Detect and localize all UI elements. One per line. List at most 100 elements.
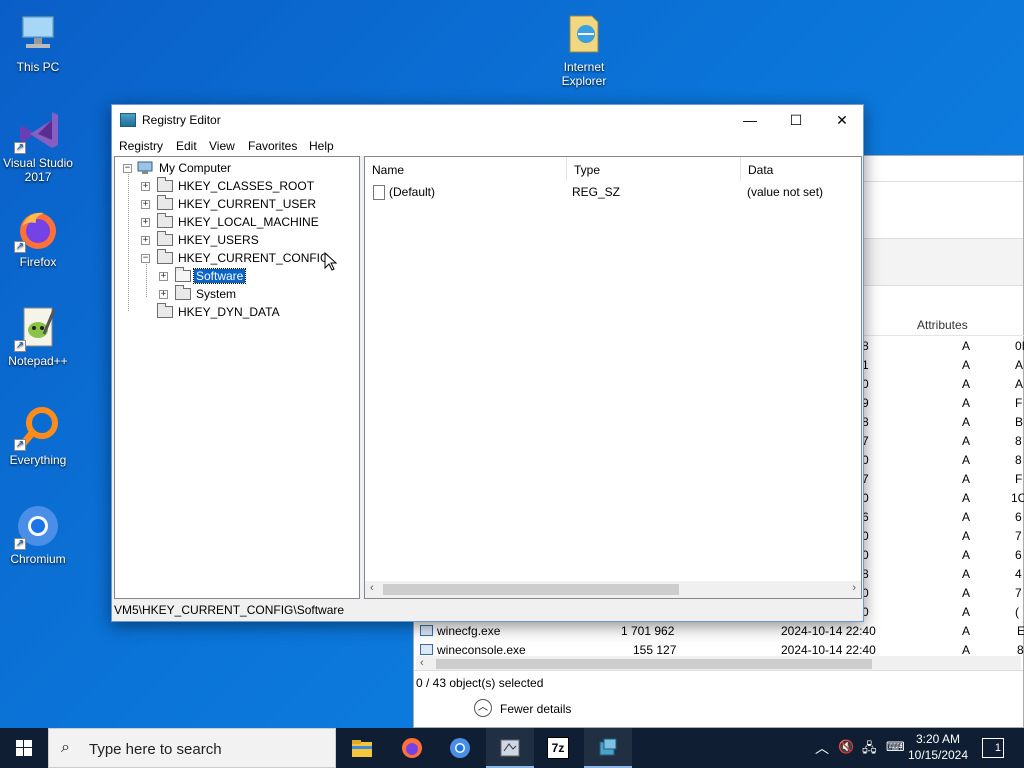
desktop-icon-notepadpp[interactable]: ↗ Notepad++ bbox=[0, 304, 76, 368]
tree-guide-line bbox=[128, 171, 129, 311]
expand-icon[interactable]: + bbox=[141, 218, 150, 227]
open-folder-icon bbox=[175, 267, 191, 282]
tree-guide-line bbox=[146, 261, 147, 297]
registry-tree[interactable]: − My Computer + HKEY_CLASSES_ROOT + HKEY… bbox=[114, 156, 360, 599]
start-button[interactable] bbox=[0, 728, 48, 768]
collapse-icon[interactable]: − bbox=[141, 254, 150, 263]
maximize-icon: ☐ bbox=[789, 112, 803, 128]
taskbar: ⌕ Type here to search 7z ︿ 🔇 🖧 ⌨ 3:20 AM… bbox=[0, 728, 1024, 768]
expand-icon[interactable]: + bbox=[159, 272, 168, 281]
desktop-icon-label: Internet Explorer bbox=[561, 60, 607, 88]
menu-bar: Registry Edit View Favorites Help bbox=[112, 135, 863, 156]
menu-help[interactable]: Help bbox=[309, 139, 334, 153]
column-header-type[interactable]: Type bbox=[567, 157, 741, 181]
expand-icon[interactable]: + bbox=[141, 182, 150, 191]
taskbar-7zip[interactable]: 7z bbox=[534, 728, 582, 768]
column-header-data[interactable]: Data bbox=[741, 157, 861, 181]
close-icon: ✕ bbox=[836, 112, 848, 128]
file-explorer-icon bbox=[352, 740, 372, 757]
expand-icon[interactable]: + bbox=[159, 290, 168, 299]
minimize-button[interactable]: — bbox=[727, 105, 773, 135]
desktop-icon-everything[interactable]: ↗ Everything bbox=[0, 403, 76, 467]
string-value-icon bbox=[373, 185, 385, 200]
chromium-icon: ↗ bbox=[14, 502, 62, 550]
taskbar-firefox[interactable] bbox=[388, 728, 436, 768]
close-button[interactable]: ✕ bbox=[819, 105, 865, 135]
desktop-icon-label: This PC bbox=[16, 60, 60, 74]
explorer-status-bar: 0 / 43 object(s) selected bbox=[414, 670, 1023, 694]
scroll-left-arrow-icon[interactable]: ‹ bbox=[420, 657, 424, 669]
show-hidden-icons-chevron-icon[interactable]: ︿ bbox=[815, 738, 829, 768]
notification-center-icon[interactable]: 1 bbox=[982, 738, 1004, 758]
folder-icon bbox=[157, 213, 173, 228]
computer-icon bbox=[137, 161, 153, 175]
scroll-left-arrow-icon[interactable]: ‹ bbox=[370, 582, 374, 594]
shortcut-arrow-icon: ↗ bbox=[14, 340, 26, 352]
windows-logo-icon bbox=[16, 740, 32, 756]
minimize-icon: — bbox=[743, 112, 757, 128]
desktop-icon-internet-explorer[interactable]: Internet Explorer bbox=[546, 10, 622, 88]
this-pc-icon bbox=[14, 10, 62, 58]
desktop-icon-label: Visual Studio 2017 bbox=[3, 156, 73, 184]
selection-status: 0 / 43 object(s) selected bbox=[416, 676, 544, 690]
values-horizontal-scrollbar[interactable]: ‹ › bbox=[365, 581, 861, 598]
desktop-icon-this-pc[interactable]: This PC bbox=[0, 10, 76, 74]
scroll-right-arrow-icon[interactable]: › bbox=[852, 582, 856, 594]
search-icon: ⌕ bbox=[61, 739, 70, 756]
network-icon[interactable]: 🖧 bbox=[862, 739, 877, 768]
registry-values-list[interactable]: Name Type Data (Default) REG_SZ (value n… bbox=[364, 156, 862, 599]
menu-edit[interactable]: Edit bbox=[176, 139, 197, 153]
regedit-status-bar: VM5\HKEY_CURRENT_CONFIG\Software bbox=[112, 599, 863, 621]
mouse-cursor-icon bbox=[324, 252, 338, 271]
firefox-icon bbox=[402, 738, 422, 758]
exe-file-icon bbox=[420, 644, 433, 655]
menu-registry[interactable]: Registry bbox=[119, 139, 163, 153]
expand-icon[interactable]: + bbox=[141, 236, 150, 245]
regedit-titlebar[interactable]: Registry Editor — ☐ ✕ bbox=[112, 105, 863, 135]
registry-value-row[interactable]: (Default) REG_SZ (value not set) bbox=[369, 183, 849, 201]
folder-icon bbox=[157, 249, 173, 264]
registry-editor-window[interactable]: Registry Editor — ☐ ✕ Registry Edit View… bbox=[111, 104, 864, 622]
scrollbar-thumb[interactable] bbox=[436, 659, 872, 669]
scrollbar-thumb[interactable] bbox=[383, 584, 679, 595]
chevron-up-icon: ︿ bbox=[474, 699, 492, 717]
search-placeholder: Type here to search bbox=[89, 741, 222, 758]
desktop-icon-firefox[interactable]: ↗ Firefox bbox=[0, 205, 76, 269]
7zip-icon: 7z bbox=[547, 737, 569, 759]
taskbar-chromium[interactable] bbox=[436, 728, 484, 768]
keyboard-icon[interactable]: ⌨ bbox=[886, 739, 905, 768]
volume-muted-icon[interactable]: 🔇 bbox=[838, 739, 854, 768]
desktop-icon-label: Everything bbox=[9, 453, 67, 467]
desktop-icon-visual-studio[interactable]: ↗ Visual Studio 2017 bbox=[0, 106, 76, 184]
attributes-column-header[interactable]: Attributes bbox=[917, 318, 968, 332]
notification-count: 1 bbox=[994, 742, 1001, 754]
collapse-icon[interactable]: − bbox=[123, 164, 132, 173]
firefox-icon: ↗ bbox=[14, 205, 62, 253]
taskbar-search-box[interactable]: ⌕ Type here to search bbox=[48, 728, 336, 768]
folder-icon bbox=[157, 177, 173, 192]
folder-icon bbox=[157, 303, 173, 318]
menu-view[interactable]: View bbox=[209, 139, 235, 153]
clock-time: 3:20 AM bbox=[915, 732, 961, 746]
menu-favorites[interactable]: Favorites bbox=[248, 139, 297, 153]
wine-app-icon bbox=[500, 739, 520, 757]
visual-studio-icon: ↗ bbox=[14, 106, 62, 154]
expand-icon[interactable]: + bbox=[141, 200, 150, 209]
shortcut-arrow-icon: ↗ bbox=[14, 241, 26, 253]
column-header-name[interactable]: Name bbox=[365, 157, 567, 181]
window-title: Registry Editor bbox=[142, 113, 221, 127]
internet-explorer-icon bbox=[560, 10, 608, 58]
taskbar-wine-app[interactable] bbox=[486, 728, 534, 768]
taskbar-regedit[interactable] bbox=[584, 728, 632, 768]
file-row[interactable]: winecfg.exe 1 701 962 2024-10-14 22:40 A… bbox=[414, 622, 1024, 641]
exe-file-icon bbox=[420, 625, 433, 636]
notepadpp-icon: ↗ bbox=[14, 304, 62, 352]
folder-icon bbox=[175, 285, 191, 300]
taskbar-file-explorer[interactable] bbox=[338, 728, 386, 768]
desktop-icon-label: Chromium bbox=[10, 552, 66, 566]
system-clock[interactable]: 3:20 AM 10/15/2024 bbox=[906, 731, 970, 763]
maximize-button[interactable]: ☐ bbox=[773, 105, 819, 135]
desktop-icon-chromium[interactable]: ↗ Chromium bbox=[0, 502, 76, 566]
folder-icon bbox=[157, 195, 173, 210]
current-key-path: VM5\HKEY_CURRENT_CONFIG\Software bbox=[114, 603, 345, 617]
